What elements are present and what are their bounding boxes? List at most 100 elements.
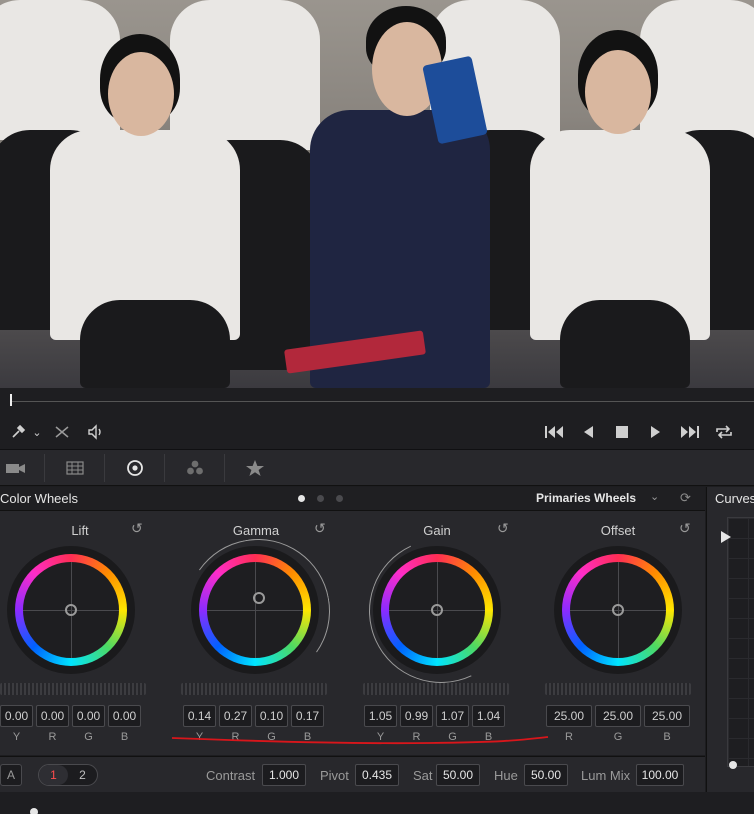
color-wheel[interactable] (191, 546, 319, 674)
timeline-scrubber[interactable] (0, 388, 754, 414)
hue-field[interactable]: 50.00 (524, 764, 568, 786)
panel-title: Color Wheels (0, 491, 79, 506)
wheel-puck[interactable] (612, 604, 624, 616)
footer-strip (0, 792, 754, 814)
panel-header: Color Wheels Primaries Wheels ⌄ ⟳ (0, 487, 705, 511)
value-field-b[interactable]: 0.00 (108, 705, 141, 727)
contrast-label: Contrast (206, 768, 256, 783)
channel-label: B (484, 731, 493, 743)
curves-graph[interactable] (727, 517, 754, 767)
value-field-b[interactable]: 1.04 (472, 705, 505, 727)
master-slider[interactable] (0, 683, 146, 695)
value-field-r[interactable]: 25.00 (546, 705, 592, 727)
reset-icon[interactable]: ↺ (497, 520, 509, 537)
panel-toolbar (0, 450, 754, 486)
skip-to-end-icon[interactable] (678, 422, 702, 442)
channel-label: G (267, 731, 276, 743)
mode-dropdown[interactable]: Primaries Wheels (536, 491, 636, 505)
page-dot[interactable] (336, 495, 343, 502)
hue-ring (562, 554, 674, 666)
color-wheel[interactable] (554, 546, 682, 674)
speaker-icon[interactable] (86, 422, 106, 442)
master-slider[interactable] (545, 683, 691, 695)
curves-title: Curves (715, 491, 754, 506)
curve-handle[interactable] (721, 531, 731, 543)
stop-icon[interactable] (612, 422, 632, 442)
channel-label: R (412, 731, 421, 743)
page-dot[interactable] (298, 495, 305, 502)
value-field-g[interactable]: 25.00 (595, 705, 641, 727)
value-field-y[interactable]: 1.05 (364, 705, 397, 727)
camera-raw-icon[interactable] (0, 456, 30, 480)
wheel-offset: Offset ↺ 25.00 25.00 25.00 R G B (528, 511, 708, 755)
reset-icon[interactable]: ↺ (131, 520, 143, 537)
channel-label: G (613, 731, 623, 743)
toolbar-divider (44, 454, 45, 482)
sat-label: Sat (413, 768, 433, 783)
master-slider[interactable] (363, 683, 509, 695)
color-wheels-icon[interactable] (120, 456, 150, 480)
reset-icon[interactable]: ↺ (679, 520, 691, 537)
chevron-down-icon[interactable]: ⌄ (30, 422, 44, 442)
history-reset-icon[interactable]: ⟳ (680, 490, 691, 506)
channel-label: R (48, 731, 57, 743)
channel-label: R (565, 731, 573, 743)
reset-icon[interactable]: ↺ (314, 520, 326, 537)
master-slider[interactable] (181, 683, 327, 695)
curve-point[interactable] (729, 761, 737, 769)
adjust-page-toggle: 1 2 (38, 764, 98, 786)
value-field-g[interactable]: 0.00 (72, 705, 105, 727)
page-2-button[interactable]: 2 (68, 765, 97, 785)
color-wheel[interactable] (373, 546, 501, 674)
hue-ring (15, 554, 127, 666)
color-wheel[interactable] (7, 546, 135, 674)
wheel-lift: Lift ↺ 0.00 0.00 0.00 0.00 Y R G B (0, 511, 170, 755)
channel-label: B (120, 731, 129, 743)
wheel-puck[interactable] (253, 592, 265, 604)
wheel-gain: Gain ↺ 1.05 0.99 1.07 1.04 Y R G B (347, 511, 534, 755)
color-match-icon[interactable] (60, 456, 90, 480)
channel-label: B (303, 731, 312, 743)
channel-label: R (231, 731, 240, 743)
page-1-button[interactable]: 1 (39, 765, 68, 785)
sat-field[interactable]: 50.00 (436, 764, 480, 786)
lum-mix-field[interactable]: 100.00 (636, 764, 684, 786)
wheel-puck[interactable] (431, 604, 443, 616)
hue-label: Hue (494, 768, 518, 783)
toolbar-divider (104, 454, 105, 482)
toolbar-divider (164, 454, 165, 482)
play-reverse-icon[interactable] (578, 422, 598, 442)
page-dot[interactable] (317, 495, 324, 502)
auto-balance-button[interactable]: A (0, 764, 22, 786)
skip-to-start-icon[interactable] (542, 422, 566, 442)
value-field-g[interactable]: 0.10 (255, 705, 288, 727)
playhead[interactable] (10, 394, 12, 406)
hue-ring (381, 554, 493, 666)
hdr-wheels-icon[interactable] (180, 456, 210, 480)
contrast-field[interactable]: 1.000 (262, 764, 306, 786)
page-dots (298, 495, 343, 502)
pivot-field[interactable]: 0.435 (355, 764, 399, 786)
loop-icon[interactable] (712, 422, 736, 442)
value-field-r[interactable]: 0.27 (219, 705, 252, 727)
eyedropper-icon[interactable] (8, 422, 28, 442)
value-field-g[interactable]: 1.07 (436, 705, 469, 727)
value-field-b[interactable]: 25.00 (644, 705, 690, 727)
value-field-r[interactable]: 0.00 (36, 705, 69, 727)
value-field-y[interactable]: 0.00 (0, 705, 33, 727)
channel-label: Y (12, 731, 21, 743)
curves-panel: Curves (706, 487, 754, 792)
crossed-arrows-icon[interactable] (52, 422, 72, 442)
footer-knob[interactable] (30, 808, 38, 814)
channel-label: G (448, 731, 457, 743)
rgb-mixer-icon[interactable] (240, 456, 270, 480)
wheel-puck[interactable] (65, 604, 77, 616)
value-field-b[interactable]: 0.17 (291, 705, 324, 727)
chevron-down-icon[interactable]: ⌄ (650, 490, 659, 503)
play-icon[interactable] (646, 422, 666, 442)
channel-label: G (84, 731, 93, 743)
value-field-r[interactable]: 0.99 (400, 705, 433, 727)
value-field-y[interactable]: 0.14 (183, 705, 216, 727)
channel-label: Y (376, 731, 385, 743)
lum-mix-label: Lum Mix (581, 768, 631, 783)
